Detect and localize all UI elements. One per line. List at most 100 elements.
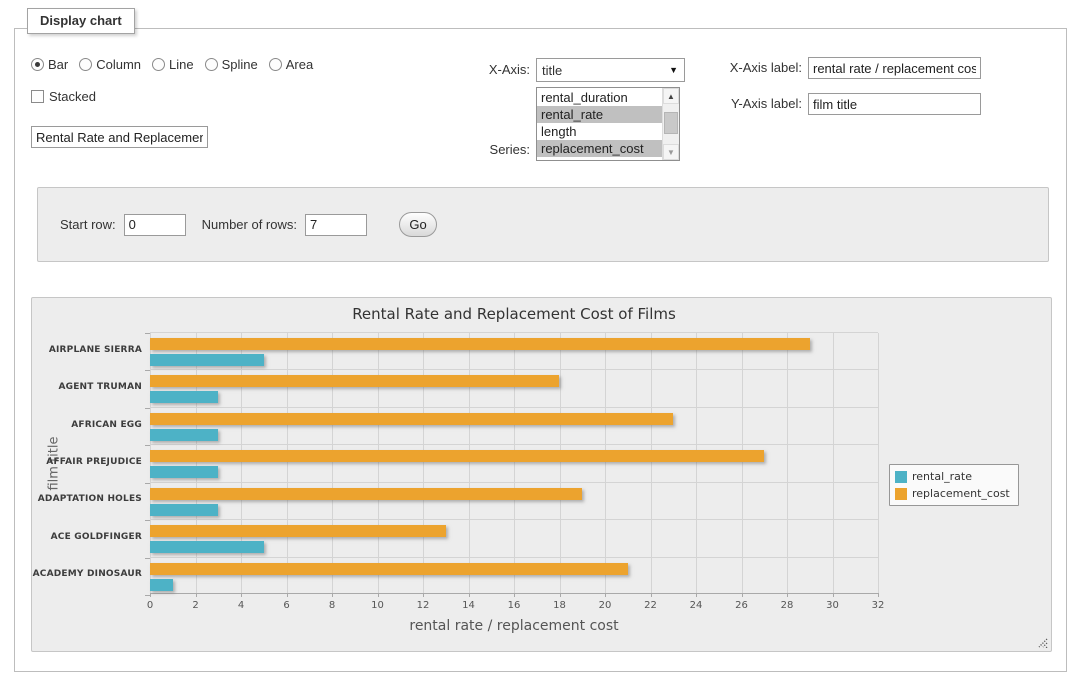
series-option-replacement_cost[interactable]: replacement_cost [537,140,662,157]
chart-type-radio-column[interactable]: Column [79,57,141,72]
bar-rental_rate[interactable] [150,429,218,441]
series-option-rental_rate[interactable]: rental_rate [537,106,662,123]
num-rows-input[interactable] [305,214,367,236]
category-band [150,483,878,520]
radio-label: Area [286,57,313,72]
x-tick-label: 24 [678,600,714,611]
category-band [150,558,878,595]
radio-label: Spline [222,57,258,72]
legend-item-replacement_cost[interactable]: replacement_cost [895,487,1010,500]
category-band [150,333,878,370]
y-axis-label-label: Y-Axis label: [710,96,802,111]
x-tick-label: 4 [223,600,259,611]
legend-swatch-icon [895,471,907,483]
category-label: AIRPLANE SIERRA [32,345,142,355]
bar-rental_rate[interactable] [150,504,218,516]
bar-rental_rate[interactable] [150,466,218,478]
category-band [150,445,878,482]
x-tick-label: 22 [633,600,669,611]
radio-label: Line [169,57,194,72]
chart-type-radio-line[interactable]: Line [152,57,194,72]
x-axis-label-input[interactable] [808,57,981,79]
scrollbar-track[interactable] [663,104,679,144]
chart-title-input[interactable] [31,126,208,148]
radio-icon[interactable] [205,58,218,71]
x-tick-label: 26 [724,600,760,611]
bar-rental_rate[interactable] [150,391,218,403]
category-label: ACE GOLDFINGER [32,532,142,542]
fieldset-legend: Display chart [27,8,135,34]
bar-replacement_cost[interactable] [150,450,764,462]
x-tick-label: 12 [405,600,441,611]
display-chart-fieldset: Display chart BarColumnLineSplineArea St… [14,28,1067,672]
chart-type-radio-group: Bar Column Line Spline Area [31,57,313,72]
x-tick-label: 2 [178,600,214,611]
x-tick-label: 18 [542,600,578,611]
x-axis-select[interactable]: title ▼ [536,58,685,82]
bar-replacement_cost[interactable] [150,525,446,537]
go-button[interactable]: Go [399,212,437,237]
bar-rental_rate[interactable] [150,579,173,591]
bar-replacement_cost[interactable] [150,488,582,500]
scroll-down-icon[interactable]: ▼ [663,144,679,160]
x-tick-label: 0 [132,600,168,611]
y-axis-label-input[interactable] [808,93,981,115]
chevron-down-icon: ▼ [669,65,678,75]
category-label: AFFAIR PREJUDICE [32,457,142,467]
x-tick-label: 10 [360,600,396,611]
x-axis-selected-value: title [542,63,562,78]
gridline [878,333,879,593]
radio-icon[interactable] [31,58,44,71]
series-options: rental_durationrental_ratelengthreplacem… [537,88,662,160]
chart-title: Rental Rate and Replacement Cost of Film… [150,305,878,323]
series-option-length[interactable]: length [537,123,662,140]
x-axis-label-label: X-Axis label: [710,60,802,75]
radio-icon[interactable] [269,58,282,71]
category-label: AFRICAN EGG [32,420,142,430]
x-axis-title: rental rate / replacement cost [150,618,878,634]
bar-replacement_cost[interactable] [150,375,559,387]
x-tick-label: 6 [269,600,305,611]
stacked-checkbox-row[interactable]: Stacked [31,89,96,104]
x-axis-select-label: X-Axis: [445,62,530,77]
radio-icon[interactable] [79,58,92,71]
category-band [150,370,878,407]
chart-type-radio-area[interactable]: Area [269,57,313,72]
radio-icon[interactable] [152,58,165,71]
scrollbar-thumb[interactable] [664,112,678,134]
legend-swatch-icon [895,488,907,500]
bar-replacement_cost[interactable] [150,413,673,425]
start-row-input[interactable] [124,214,186,236]
bar-replacement_cost[interactable] [150,563,628,575]
series-option-rental_duration[interactable]: rental_duration [537,89,662,106]
legend-label: rental_rate [912,470,972,483]
bar-replacement_cost[interactable] [150,338,810,350]
x-tick-label: 28 [769,600,805,611]
category-band [150,520,878,557]
radio-label: Column [96,57,141,72]
x-axis-tick [878,593,879,597]
category-label: ADAPTATION HOLES [32,494,142,504]
stacked-label: Stacked [49,89,96,104]
x-tick-label: 20 [587,600,623,611]
start-row-label: Start row: [60,217,116,232]
series-list-label: Series: [445,142,530,157]
bar-rental_rate[interactable] [150,354,264,366]
x-tick-label: 8 [314,600,350,611]
series-multiselect[interactable]: rental_durationrental_ratelengthreplacem… [536,87,680,161]
x-tick-label: 30 [815,600,851,611]
plot-area [150,332,878,594]
x-tick-label: 16 [496,600,532,611]
series-scrollbar[interactable]: ▲ ▼ [662,88,679,160]
resize-grip-icon[interactable] [1037,637,1048,648]
scroll-up-icon[interactable]: ▲ [663,88,679,104]
chart-type-radio-spline[interactable]: Spline [205,57,258,72]
stacked-checkbox[interactable] [31,90,44,103]
category-band [150,408,878,445]
chart-type-radio-bar[interactable]: Bar [31,57,68,72]
radio-label: Bar [48,57,68,72]
legend-item-rental_rate[interactable]: rental_rate [895,470,1010,483]
x-tick-label: 14 [451,600,487,611]
chart-container: Rental Rate and Replacement Cost of Film… [31,297,1052,652]
bar-rental_rate[interactable] [150,541,264,553]
